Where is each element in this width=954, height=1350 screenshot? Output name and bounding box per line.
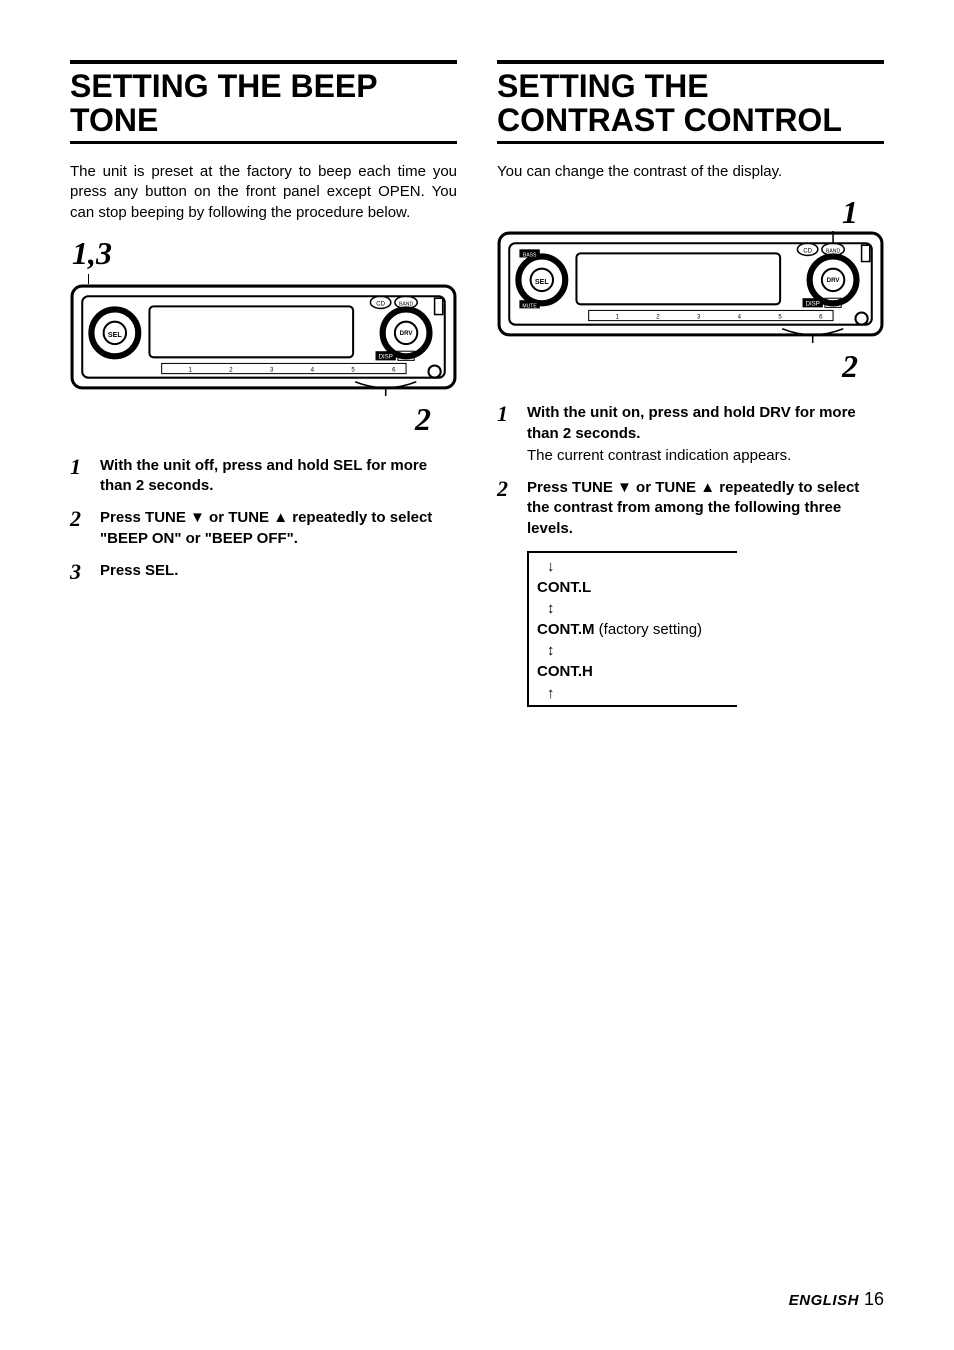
step-text: Press SEL.: [100, 562, 178, 579]
step-1: 1 With the unit on, press and hold DRV f…: [497, 403, 884, 466]
rule-under: [497, 141, 884, 144]
svg-text:DRV: DRV: [400, 330, 414, 337]
svg-text:4: 4: [738, 314, 742, 321]
rule-top: [70, 60, 457, 64]
right-column: SETTING THE CONTRAST CONTROL You can cha…: [497, 60, 884, 707]
device-illustration-right: SEL BASS MUTE DRV CD BAND DISP LO 1 2 3 4 5…: [497, 231, 884, 343]
contrast-levels: ↓ CONT.L ↕ CONT.M (factory setting) ↕ CO…: [527, 551, 737, 707]
svg-text:SEL: SEL: [535, 278, 549, 286]
rule-under: [70, 141, 457, 144]
svg-text:CD: CD: [803, 248, 812, 255]
footer-language: ENGLISH: [789, 1292, 859, 1309]
left-column: SETTING THE BEEP TONE The unit is preset…: [70, 60, 457, 707]
step-2: 2 Press TUNE ▼ or TUNE ▲ repeatedly to s…: [497, 478, 884, 539]
callout-leader: [70, 274, 457, 284]
svg-text:SEL: SEL: [108, 331, 122, 339]
rule-top: [497, 60, 884, 64]
heading-beep: SETTING THE BEEP TONE: [70, 70, 457, 137]
svg-text:BASS: BASS: [523, 253, 537, 259]
callout-2-left: 2: [70, 401, 431, 438]
svg-text:DISP: DISP: [379, 353, 393, 360]
callout-2-right: 2: [497, 348, 858, 385]
svg-text:2: 2: [229, 367, 233, 374]
svg-text:2: 2: [656, 314, 660, 321]
beep-intro: The unit is preset at the factory to bee…: [70, 162, 457, 223]
svg-text:CD: CD: [376, 300, 385, 307]
heading-contrast: SETTING THE CONTRAST CONTROL: [497, 70, 884, 137]
callout-1-3: 1,3: [72, 235, 457, 272]
svg-text:LO: LO: [402, 353, 410, 360]
step-text: Press TUNE ▼ or TUNE ▲ repeatedly to sel…: [527, 479, 859, 537]
svg-text:5: 5: [778, 314, 782, 321]
svg-text:1: 1: [188, 367, 192, 374]
svg-text:3: 3: [697, 314, 701, 321]
svg-text:3: 3: [270, 367, 274, 374]
level-h: CONT.H: [537, 663, 593, 680]
svg-text:1: 1: [615, 314, 619, 321]
level-m-note: (factory setting): [595, 621, 703, 638]
step-number: 3: [70, 561, 88, 583]
step-number: 1: [70, 456, 88, 497]
svg-text:4: 4: [311, 367, 315, 374]
svg-text:6: 6: [392, 367, 396, 374]
svg-text:LO: LO: [829, 301, 837, 308]
page-footer: ENGLISH 16: [789, 1289, 884, 1310]
level-m: CONT.M: [537, 621, 595, 638]
svg-text:DISP: DISP: [806, 301, 820, 308]
arrow-updown-icon: ↕: [537, 643, 729, 658]
step-subtext: The current contrast indication appears.: [527, 446, 884, 466]
svg-text:6: 6: [819, 314, 823, 321]
contrast-steps: 1 With the unit on, press and hold DRV f…: [497, 403, 884, 539]
step-number: 2: [497, 478, 515, 539]
arrow-up-icon: ↑: [537, 686, 729, 701]
level-l: CONT.L: [537, 579, 591, 596]
svg-text:MUTE: MUTE: [522, 304, 537, 310]
callout-1-right: 1: [497, 194, 858, 231]
arrow-updown-icon: ↕: [537, 601, 729, 616]
step-1: 1 With the unit off, press and hold SEL …: [70, 456, 457, 497]
step-text: Press TUNE ▼ or TUNE ▲ repeatedly to sel…: [100, 509, 432, 546]
beep-steps: 1 With the unit off, press and hold SEL …: [70, 456, 457, 583]
svg-text:BAND: BAND: [826, 249, 840, 255]
svg-text:DRV: DRV: [827, 277, 841, 284]
contrast-intro: You can change the contrast of the displ…: [497, 162, 884, 182]
step-2: 2 Press TUNE ▼ or TUNE ▲ repeatedly to s…: [70, 508, 457, 549]
svg-text:BAND: BAND: [399, 301, 413, 307]
step-number: 2: [70, 508, 88, 549]
step-number: 1: [497, 403, 515, 466]
device-illustration-left: SEL DRV CD BAND DISP LO 1 2 3 4 5 6: [70, 284, 457, 396]
step-3: 3 Press SEL.: [70, 561, 457, 583]
arrow-down-icon: ↓: [537, 559, 729, 574]
step-text: With the unit on, press and hold DRV for…: [527, 404, 856, 441]
step-text: With the unit off, press and hold SEL fo…: [100, 457, 427, 494]
footer-page-number: 16: [864, 1289, 884, 1309]
svg-text:5: 5: [351, 367, 355, 374]
